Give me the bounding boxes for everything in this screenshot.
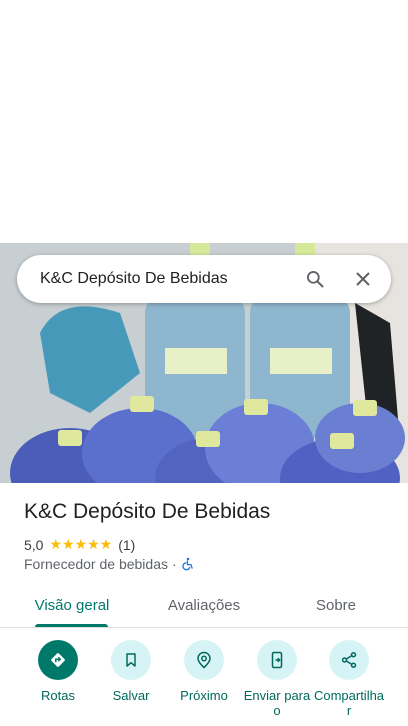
close-icon <box>356 272 370 286</box>
share-label: Compartilha r <box>313 688 385 718</box>
wheelchair-accessible-icon <box>182 557 193 571</box>
tab-overview[interactable]: Visão geral <box>26 583 118 627</box>
action-bar: Rotas Salvar Próximo Enviar para o Compa… <box>0 640 408 726</box>
star-rating-icon: ★★★★★ <box>49 536 113 552</box>
tab-bar: Visão geral Avaliações Sobre <box>0 583 408 628</box>
bookmark-icon <box>126 653 136 667</box>
review-count: (1) <box>118 536 136 553</box>
share-button[interactable]: Compartilha r <box>311 640 387 718</box>
share-icon <box>341 652 357 668</box>
nearby-label: Próximo <box>180 688 228 703</box>
save-button[interactable]: Salvar <box>93 640 169 703</box>
close-button[interactable] <box>339 255 387 303</box>
rating-value: 5,0 <box>24 536 44 553</box>
rating-row[interactable]: 5,0 ★★★★★ (1) <box>24 536 135 553</box>
active-tab-indicator <box>35 624 108 627</box>
search-button[interactable] <box>291 255 339 303</box>
search-query[interactable]: K&C Depósito De Bebidas <box>17 270 291 288</box>
separator: · <box>172 556 177 572</box>
search-bar[interactable]: K&C Depósito De Bebidas <box>17 255 391 303</box>
directions-button[interactable]: Rotas <box>20 640 96 703</box>
nearby-button[interactable]: Próximo <box>166 640 242 703</box>
directions-icon <box>51 653 65 667</box>
save-label: Salvar <box>112 688 150 703</box>
directions-label: Rotas <box>41 688 75 703</box>
tab-reviews[interactable]: Avaliações <box>160 583 248 627</box>
send-to-phone-label: Enviar para o <box>243 688 311 718</box>
send-to-phone-button[interactable]: Enviar para o <box>239 640 315 718</box>
send-to-phone-icon <box>271 651 283 669</box>
place-title: K&C Depósito De Bebidas <box>24 500 271 523</box>
tab-about[interactable]: Sobre <box>306 583 366 627</box>
category-row: Fornecedor de bebidas · <box>24 556 195 572</box>
place-category: Fornecedor de bebidas <box>24 556 168 572</box>
search-icon <box>307 271 324 288</box>
nearby-icon <box>197 651 211 669</box>
